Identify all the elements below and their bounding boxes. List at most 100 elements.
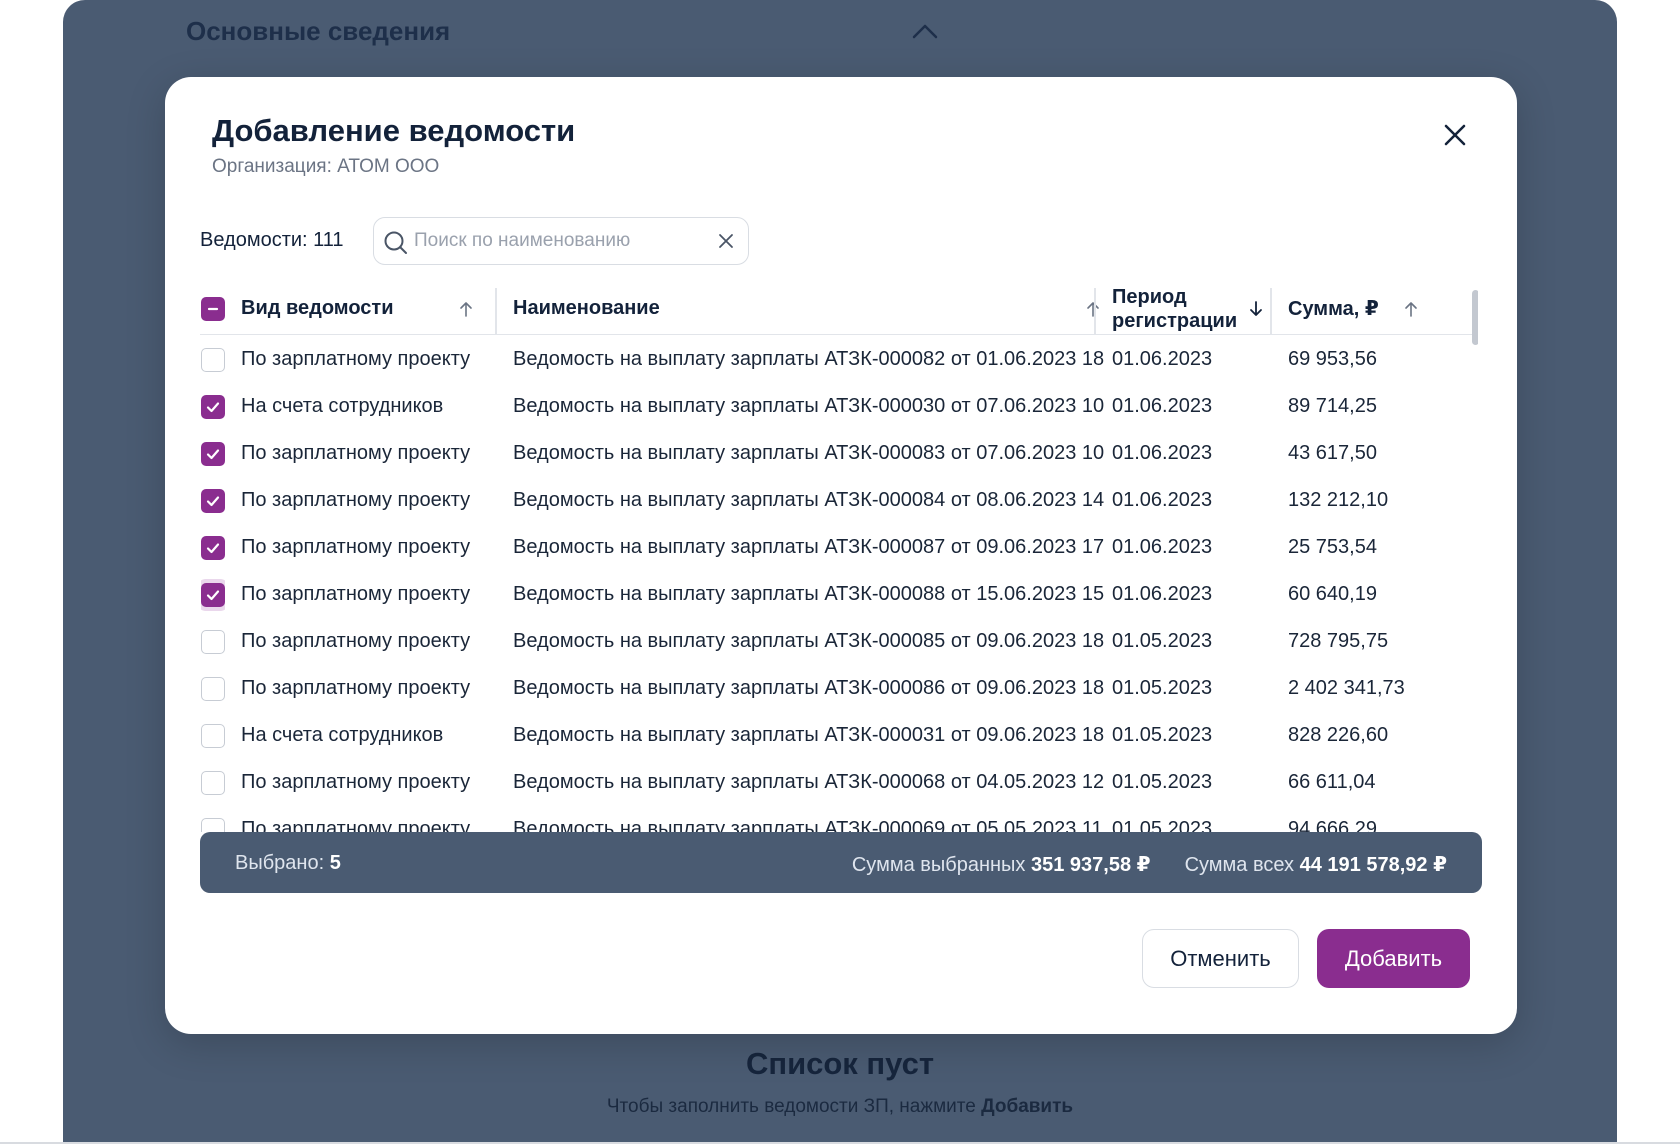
column-divider [1094, 288, 1096, 335]
row-checkbox[interactable] [201, 488, 225, 513]
row-name: Ведомость на выплату зарплаты АТЗК-00006… [513, 771, 1105, 793]
row-period: 01.06.2023 [1112, 536, 1213, 558]
table-row[interactable]: На счета сотрудников Ведомость на выплату… [200, 712, 1478, 759]
row-period: 01.06.2023 [1112, 489, 1213, 511]
column-header-type[interactable]: Вид ведомости [241, 282, 471, 335]
row-name: Ведомость на выплату зарплаты АТЗК-00008… [513, 442, 1105, 464]
row-type: По зарплатному проекту [241, 771, 471, 793]
row-checkbox[interactable] [201, 676, 225, 701]
row-period: 01.05.2023 [1112, 630, 1213, 652]
table-row[interactable]: По зарплатному проекту Ведомость на выпла… [200, 665, 1478, 712]
row-name: Ведомость на выплату зарплаты АТЗК-00008… [513, 536, 1105, 558]
row-period: 01.06.2023 [1112, 442, 1213, 464]
table-row[interactable]: По зарплатному проекту Ведомость на выпла… [200, 759, 1478, 806]
table-header: Вид ведомости Наименование Период регист… [200, 282, 1478, 335]
close-icon [1444, 124, 1466, 146]
table-row[interactable]: По зарплатному проекту Ведомость на выпла… [200, 806, 1478, 832]
row-name: Ведомость на выплату зарплаты АТЗК-00008… [513, 583, 1105, 605]
section-title: Основные сведения [186, 16, 451, 46]
statements-count: Ведомости: 111 [200, 229, 344, 251]
close-button[interactable] [1434, 114, 1476, 156]
table-row[interactable]: По зарплатному проекту Ведомость на выпла… [200, 477, 1478, 524]
sort-desc-icon[interactable] [1248, 298, 1264, 320]
row-period: 01.06.2023 [1112, 583, 1213, 605]
column-header-period[interactable]: Период регистрации [1112, 282, 1242, 335]
sort-asc-icon[interactable] [1085, 298, 1101, 320]
row-sum: 2 402 341,73 [1288, 677, 1405, 699]
column-type-label: Вид ведомости [241, 297, 394, 319]
check-icon [206, 448, 220, 459]
column-divider [495, 288, 497, 335]
search-field [373, 217, 749, 265]
row-sum: 728 795,75 [1288, 630, 1389, 652]
row-period: 01.06.2023 [1112, 348, 1213, 370]
row-checkbox[interactable] [201, 817, 225, 832]
row-name: Ведомость на выплату зарплаты АТЗК-00008… [513, 677, 1105, 699]
empty-hint-text: Чтобы заполнить ведомости ЗП, нажмите [606, 1096, 982, 1117]
row-type: На счета сотрудников [241, 724, 444, 746]
statements-table: Вид ведомости Наименование Период регист… [200, 282, 1478, 832]
sum-all: Сумма всех 44 191 578,92 ₽ [1185, 852, 1447, 877]
row-type: По зарплатному проекту [241, 583, 471, 605]
column-sum-label: Сумма, ₽ [1288, 298, 1379, 320]
table-row[interactable]: По зарплатному проекту Ведомость на выпла… [200, 618, 1478, 665]
sum-selected-label: Сумма выбранных [851, 854, 1026, 876]
selected-value: 5 [329, 852, 341, 874]
empty-hint-action: Добавить [981, 1096, 1074, 1117]
row-period: 01.05.2023 [1112, 677, 1213, 699]
selected-label: Выбрано: [235, 852, 325, 874]
row-checkbox[interactable] [201, 770, 225, 795]
row-sum: 25 753,54 [1288, 536, 1377, 558]
row-period: 01.05.2023 [1112, 771, 1213, 793]
row-period: 01.05.2023 [1112, 818, 1213, 832]
cancel-button[interactable]: Отменить [1142, 929, 1299, 988]
row-checkbox[interactable] [201, 629, 225, 654]
row-type: По зарплатному проекту [241, 348, 471, 370]
row-checkbox[interactable] [201, 394, 225, 419]
row-sum: 43 617,50 [1288, 442, 1377, 464]
chevron-up-icon[interactable] [911, 22, 939, 40]
row-checkbox[interactable] [201, 441, 225, 466]
minus-icon [207, 307, 219, 310]
row-type: По зарплатному проекту [241, 489, 471, 511]
row-checkbox[interactable] [201, 582, 225, 607]
check-icon [206, 495, 220, 506]
row-sum: 66 611,04 [1288, 771, 1376, 793]
row-type: По зарплатному проекту [241, 536, 471, 558]
clear-search-icon[interactable] [717, 232, 735, 250]
selection-summary-bar: Выбрано: 5 Сумма выбранных 351 937,58 ₽ … [200, 832, 1482, 893]
row-type: По зарплатному проекту [241, 442, 471, 464]
sort-asc-icon[interactable] [458, 298, 474, 320]
table-row[interactable]: По зарплатному проекту Ведомость на выпла… [200, 336, 1478, 383]
row-sum: 94 666,29 [1288, 818, 1377, 832]
row-sum: 89 714,25 [1288, 395, 1377, 417]
add-button[interactable]: Добавить [1317, 929, 1470, 988]
table-row[interactable]: По зарплатному проекту Ведомость на выпла… [200, 524, 1478, 571]
sort-asc-icon[interactable] [1403, 298, 1419, 320]
organization-label: Организация: АТОМ ООО [212, 156, 440, 177]
table-row[interactable]: На счета сотрудников Ведомость на выплату… [200, 383, 1478, 430]
row-name: Ведомость на выплату зарплаты АТЗК-00003… [513, 724, 1105, 746]
sum-selected: Сумма выбранных 351 937,58 ₽ [852, 852, 1151, 877]
row-sum: 69 953,56 [1288, 348, 1377, 370]
column-header-name[interactable]: Наименование [513, 282, 1073, 335]
select-all-checkbox[interactable] [201, 296, 225, 321]
search-input[interactable] [414, 226, 704, 256]
row-sum: 132 212,10 [1288, 489, 1389, 511]
sum-all-value: 44 191 578,92 ₽ [1299, 854, 1447, 876]
row-checkbox[interactable] [201, 723, 225, 748]
row-sum: 828 226,60 [1288, 724, 1389, 746]
table-row[interactable]: По зарплатному проекту Ведомость на выпла… [200, 430, 1478, 477]
row-type: На счета сотрудников [241, 395, 444, 417]
column-header-sum[interactable]: Сумма, ₽ [1288, 282, 1408, 335]
selected-count: Выбрано: 5 [235, 852, 341, 875]
row-name: Ведомость на выплату зарплаты АТЗК-00008… [513, 348, 1105, 370]
row-checkbox[interactable] [201, 347, 225, 372]
row-type: По зарплатному проекту [241, 818, 471, 832]
row-type: По зарплатному проекту [241, 630, 471, 652]
add-statement-dialog: Добавление ведомости Организация: АТОМ О… [165, 77, 1517, 1034]
column-divider [1270, 288, 1272, 335]
table-row[interactable]: По зарплатному проекту Ведомость на выпла… [200, 571, 1478, 618]
column-period-label: Период регистрации [1112, 285, 1238, 332]
row-checkbox[interactable] [201, 535, 225, 560]
